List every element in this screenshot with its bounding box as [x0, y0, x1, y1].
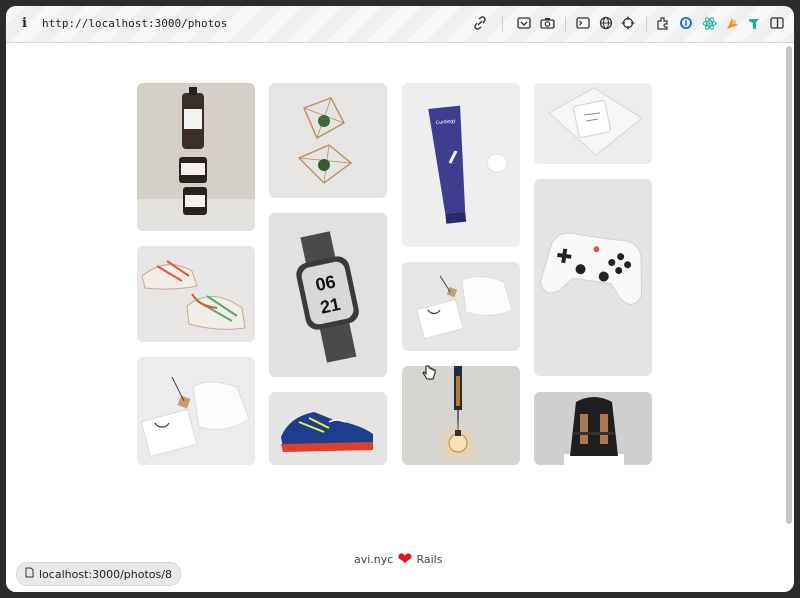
screenshot-icon[interactable]	[516, 15, 532, 31]
footer-author: avi.nyc	[354, 553, 394, 566]
photo-smartwatch[interactable]: 06 21	[269, 213, 387, 377]
photo-blue-sneaker[interactable]	[269, 392, 387, 465]
password-icon[interactable]	[678, 15, 694, 31]
photo-backpack[interactable]	[534, 392, 652, 465]
photo-pouch-card[interactable]	[137, 357, 255, 465]
link-icon[interactable]	[472, 15, 488, 31]
watch-hour: 06	[314, 271, 338, 295]
toolbar-separator	[646, 16, 647, 32]
document-icon	[25, 567, 34, 581]
info-icon[interactable]: i	[22, 16, 27, 31]
photo-light-bulb[interactable]	[402, 366, 520, 465]
photo-game-controller[interactable]	[534, 179, 652, 376]
footer-framework: Rails	[416, 553, 443, 566]
browser-window: i http://localhost:3000/photos 06 21 Cur…	[6, 6, 794, 592]
terminal-icon[interactable]	[575, 15, 591, 31]
photo-sneakers[interactable]	[137, 246, 255, 342]
photo-pouch-card-2[interactable]	[402, 262, 520, 351]
hand-cursor-icon	[422, 365, 436, 385]
watch-minute: 21	[318, 294, 342, 318]
extension-icon-2[interactable]	[724, 15, 740, 31]
heart-icon: ❤	[397, 548, 413, 570]
photo-cream-tube[interactable]: Curology	[402, 83, 520, 247]
extension-icon[interactable]	[656, 15, 672, 31]
photo-plant-holders[interactable]	[269, 83, 387, 198]
photo-supplements[interactable]	[137, 83, 255, 231]
toolbar-separator	[502, 16, 503, 32]
extension-icon-3[interactable]	[746, 15, 762, 31]
status-bar: localhost:3000/photos/8	[16, 562, 181, 586]
camera-icon[interactable]	[539, 15, 555, 31]
sidebar-icon[interactable]	[769, 15, 785, 31]
crosshair-icon[interactable]	[620, 15, 636, 31]
browser-toolbar: i http://localhost:3000/photos	[6, 6, 794, 43]
vertical-scrollbar[interactable]	[786, 46, 792, 524]
react-devtools-icon[interactable]	[701, 15, 717, 31]
page-content: 06 21 Curology avi.nyc ❤ Rails	[6, 43, 782, 592]
globe-icon[interactable]	[598, 15, 614, 31]
footer: avi.nyc ❤ Rails	[354, 548, 443, 570]
status-url: localhost:3000/photos/8	[39, 567, 172, 581]
address-bar[interactable]: http://localhost:3000/photos	[42, 17, 227, 30]
photo-box-plastic[interactable]	[534, 83, 652, 164]
toolbar-separator	[565, 16, 566, 32]
